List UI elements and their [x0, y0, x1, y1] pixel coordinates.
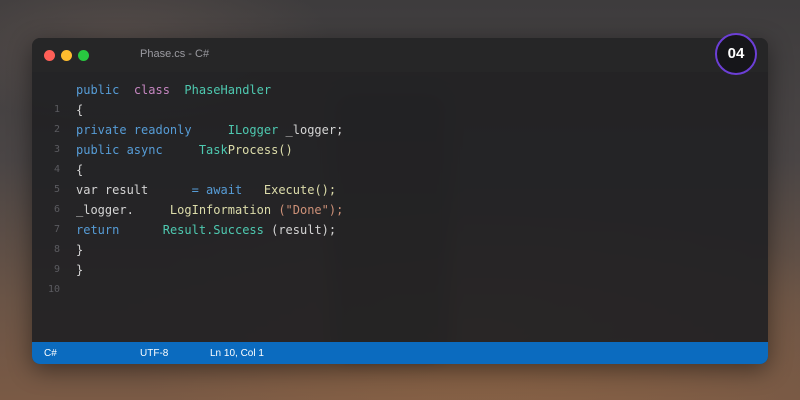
code-token: LogInformation [169, 203, 272, 217]
code-line: 4 public async TaskProcess() [32, 140, 293, 175]
code-token: Process() [227, 143, 293, 157]
window-title: Phase.cs - C# [140, 48, 210, 60]
code-token: = await [191, 183, 243, 197]
code-token: public [76, 83, 120, 97]
code-line: 5 { [32, 160, 83, 195]
code-token: _logger; [285, 123, 344, 137]
code-token: _logger. [76, 203, 134, 217]
step-number-badge: 04 [715, 33, 757, 75]
code-line: 3 private readonly ILogger _logger; [32, 120, 343, 155]
code-token: PhaseHandler [184, 83, 272, 97]
code-token: { [76, 103, 84, 117]
code-token: (result); [271, 223, 337, 237]
title-bar: Phase.cs - C# [32, 38, 768, 72]
code-line: 8 return Result.Success (result); [32, 220, 336, 255]
code-token: } [76, 243, 84, 257]
code-editor-window: Phase.cs - C# 1 public class PhaseHandle… [32, 38, 768, 364]
code-token: public async [76, 143, 163, 157]
code-token: class [133, 83, 170, 97]
code-token: Execute(); [263, 183, 337, 197]
maximize-window-button[interactable] [78, 50, 89, 61]
code-line: 6 var result = await Execute(); [32, 180, 336, 215]
code-token: ("Done"); [278, 203, 344, 217]
line-number: 10 [47, 284, 60, 295]
code-line: 7 _logger. LogInformation ("Done"); [32, 200, 343, 235]
code-token: Result.Success [162, 223, 264, 237]
code-token: Task [198, 143, 228, 157]
code-token: ILogger [227, 123, 279, 137]
language-mode[interactable]: C# [44, 348, 57, 359]
minimize-window-button[interactable] [61, 50, 72, 61]
encoding-indicator[interactable]: UTF-8 [140, 348, 168, 359]
code-editor[interactable]: 1 public class PhaseHandler 2 { 3 privat… [32, 72, 768, 342]
code-token: } [76, 263, 84, 277]
code-token: private readonly [76, 123, 192, 137]
code-token: return [76, 223, 120, 237]
code-token: { [76, 163, 84, 177]
status-bar: C# UTF-8 Ln 10, Col 1 [32, 342, 768, 364]
code-token: var result [76, 183, 149, 197]
close-window-button[interactable] [44, 50, 55, 61]
code-line: 9 } [32, 240, 83, 275]
code-line: 1 public class PhaseHandler [32, 80, 271, 115]
cursor-position[interactable]: Ln 10, Col 1 [210, 348, 264, 359]
code-line: 2 { [32, 100, 83, 135]
code-line: 10 } [32, 260, 83, 295]
